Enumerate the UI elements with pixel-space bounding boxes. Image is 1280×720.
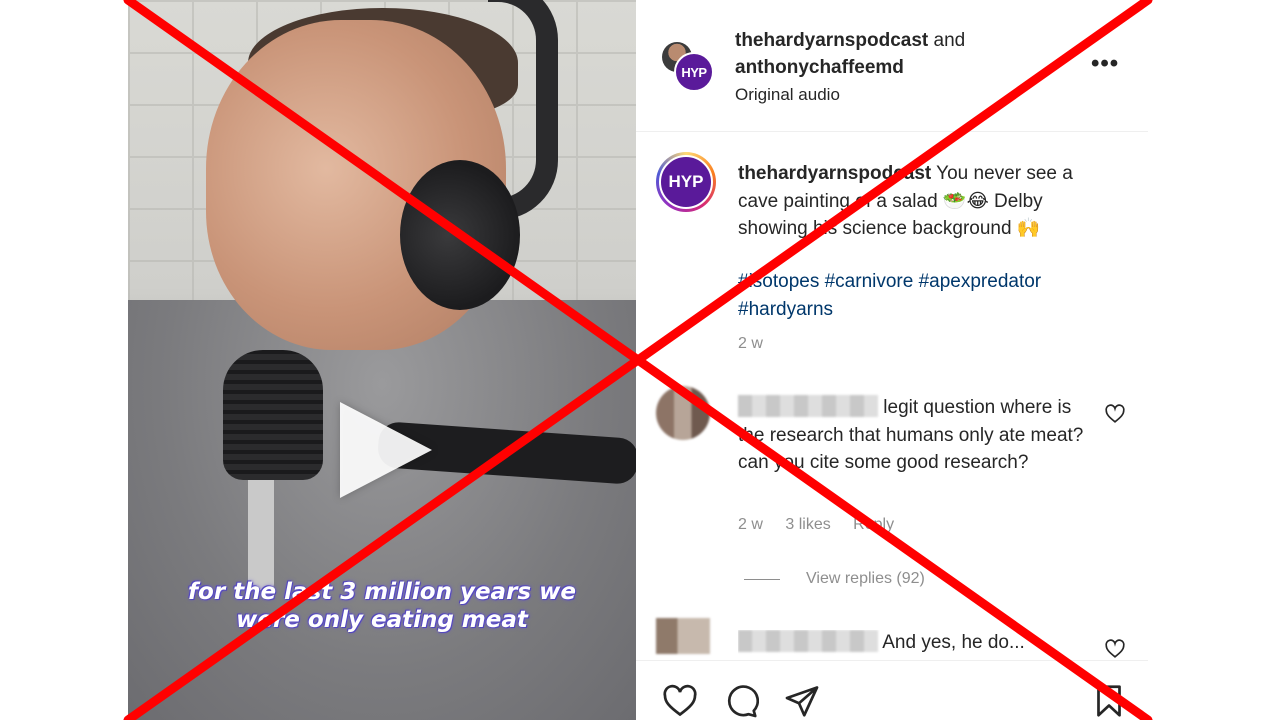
collaborator-username[interactable]: anthonychaffeemd <box>735 57 904 78</box>
comment-icon[interactable] <box>723 683 759 719</box>
headphone-earcup <box>400 160 520 310</box>
speaker-shirt <box>128 300 636 720</box>
post-header: HYP thehardyarnspodcast and anthonychaff… <box>636 0 1148 132</box>
comment: legit question where is the research tha… <box>738 394 1088 477</box>
commenter-avatar[interactable] <box>656 618 710 654</box>
like-icon[interactable] <box>662 683 698 719</box>
comment-timestamp[interactable]: 2 w <box>738 516 763 533</box>
avatar-text: HYP <box>681 64 707 80</box>
comment-meta: 2 w 3 likes Reply <box>738 516 912 534</box>
comment-text: And yes, he do... <box>882 632 1025 653</box>
comment-like-icon[interactable] <box>1104 638 1126 660</box>
post-hashtags[interactable]: #isotopes #carnivore #apexpredator #hard… <box>738 268 1108 323</box>
author-username[interactable]: thehardyarnspodcast <box>735 30 928 51</box>
caption-avatar-text: HYP <box>659 155 713 209</box>
save-icon[interactable] <box>1091 683 1127 719</box>
audio-label[interactable]: Original audio <box>735 85 840 105</box>
caption-avatar[interactable]: HYP <box>656 152 716 212</box>
more-options-icon[interactable]: ••• <box>1091 50 1119 78</box>
action-bar <box>636 660 1148 720</box>
caption-username[interactable]: thehardyarnspodcast <box>738 163 931 184</box>
caption-line: were only eating meat <box>236 607 528 633</box>
author-names: thehardyarnspodcast and anthonychaffeemd <box>735 27 965 81</box>
replies-divider <box>744 578 780 580</box>
post-timestamp[interactable]: 2 w <box>738 335 763 353</box>
view-replies-button[interactable]: View replies (92) <box>744 570 925 588</box>
video-caption: for the last 3 million years we were onl… <box>128 578 636 634</box>
post-caption: thehardyarnspodcast You never see a cave… <box>738 160 1108 243</box>
commenter-username-blurred[interactable] <box>738 630 878 652</box>
play-icon[interactable] <box>340 402 432 498</box>
share-icon[interactable] <box>784 683 820 719</box>
commenter-username-blurred[interactable] <box>738 395 878 417</box>
caption-line: for the last 3 million years we <box>188 579 576 605</box>
comment-like-icon[interactable] <box>1104 403 1126 425</box>
post-panel: HYP thehardyarnspodcast and anthonychaff… <box>636 0 1148 720</box>
microphone <box>223 350 323 480</box>
author-avatar[interactable]: HYP <box>674 52 714 92</box>
comment: And yes, he do... <box>738 630 1025 656</box>
comment-reply-button[interactable]: Reply <box>853 516 894 533</box>
mic-stand <box>248 470 274 590</box>
commenter-avatar[interactable] <box>656 386 710 440</box>
comment-likes[interactable]: 3 likes <box>785 516 830 533</box>
author-joiner: and <box>933 30 966 51</box>
view-replies-label: View replies (92) <box>806 570 925 587</box>
